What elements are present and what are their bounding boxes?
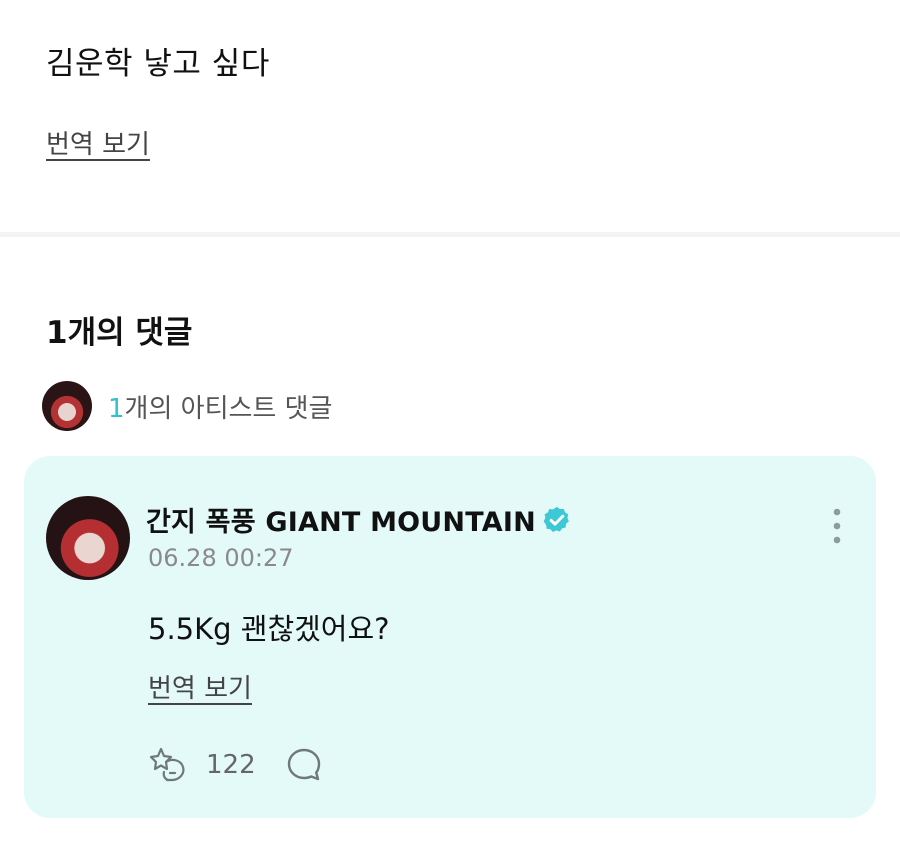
comment-translate-link[interactable]: 번역 보기 (148, 668, 252, 705)
comment-count-heading: 1개의 댓글 (46, 315, 193, 351)
cheer-like-icon[interactable] (148, 746, 188, 784)
post-text: 김운학 낳고 싶다 (46, 46, 270, 82)
artist-comment-label-text: 개의 아티스트 댓글 (124, 393, 333, 424)
comment-text: 5.5Kg 괜찮겠어요? (148, 612, 390, 646)
comment-author-avatar[interactable] (46, 496, 130, 580)
more-vertical-icon[interactable] (824, 506, 850, 546)
comment-bubble-icon[interactable] (286, 747, 322, 783)
verified-badge-icon (543, 506, 569, 532)
artist-comments-filter[interactable]: 1개의 아티스트 댓글 (42, 380, 332, 432)
section-divider (0, 232, 900, 237)
artist-comment-card: 간지 폭풍 GIANT MOUNTAIN 06.28 00:27 5.5Kg 괜… (24, 456, 876, 818)
like-count: 122 (206, 750, 256, 780)
post-translate-link[interactable]: 번역 보기 (46, 124, 150, 161)
comment-author-row: 간지 폭풍 GIANT MOUNTAIN (146, 500, 572, 539)
comment-timestamp: 06.28 00:27 (148, 544, 294, 572)
comment-actions: 122 (148, 746, 322, 784)
artist-avatar (42, 381, 92, 431)
comment-author-name[interactable]: 간지 폭풍 GIANT MOUNTAIN (146, 500, 536, 539)
artist-comment-count: 1 (108, 393, 125, 424)
artist-comments-label: 1개의 아티스트 댓글 (108, 388, 332, 425)
